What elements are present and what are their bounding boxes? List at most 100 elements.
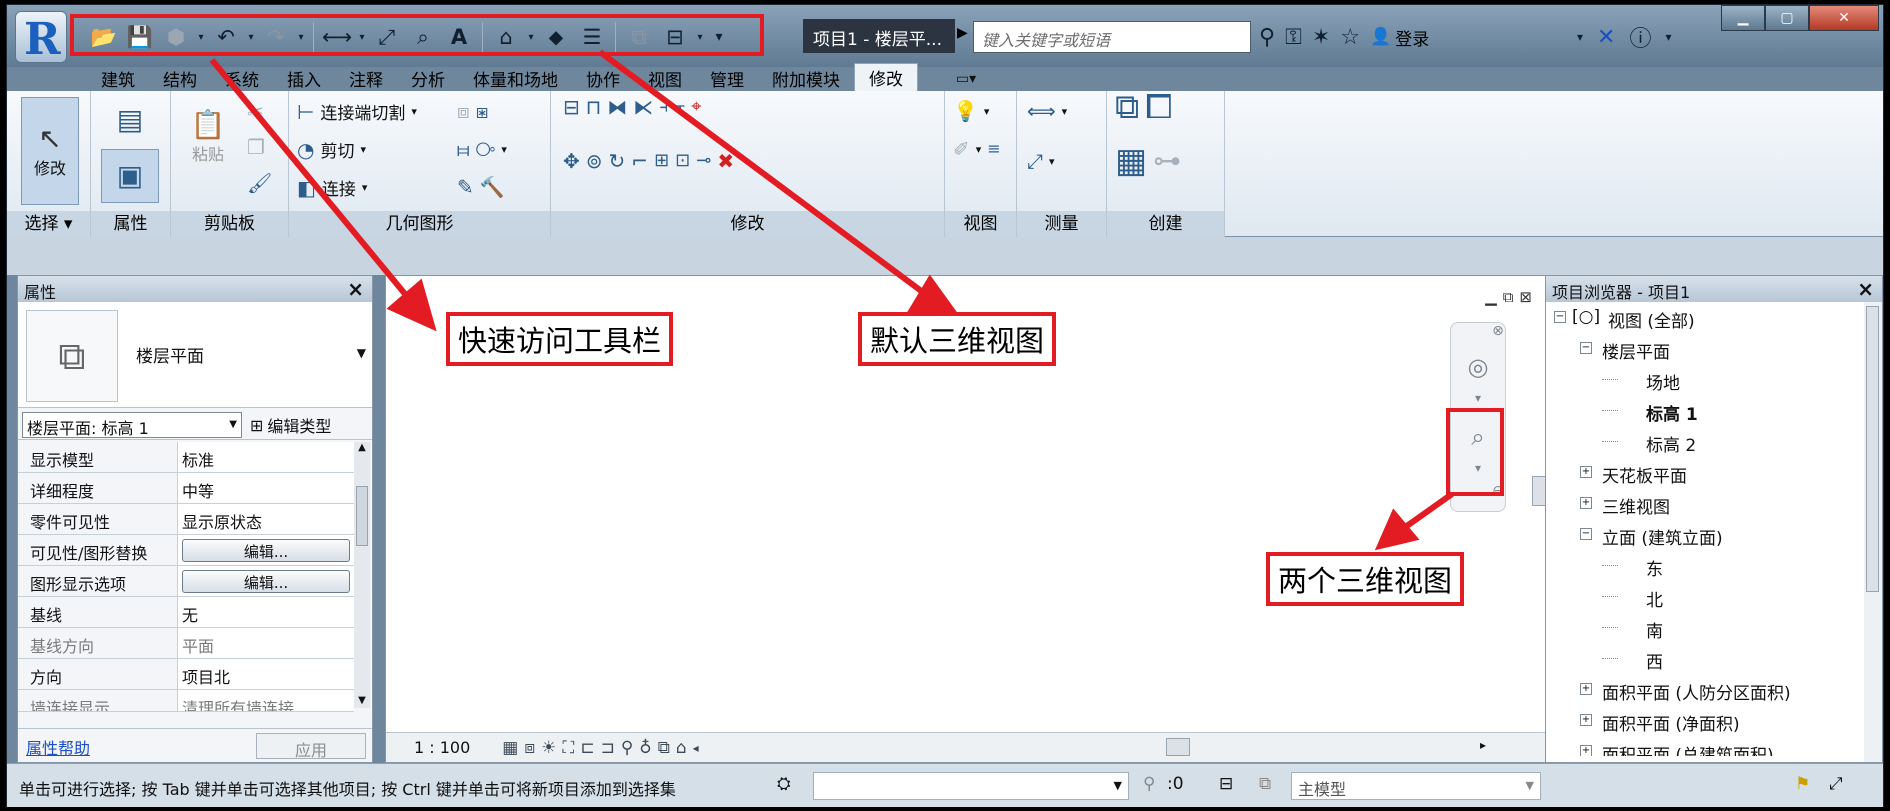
wheel-dropdown-icon[interactable]: ▾ [1461, 391, 1495, 405]
design-option-selector[interactable]: 主模型 ▼ [1291, 772, 1541, 800]
scroll-right-icon[interactable]: ▸ [1480, 738, 1486, 752]
type-selector[interactable]: ⧉ 楼层平面 ▼ [18, 302, 372, 408]
geometry-tool-2[interactable]: ⧦ ⧂ ▾ [457, 137, 507, 161]
cut-geometry-button[interactable]: ◔ 剪切 ▾ [297, 137, 366, 163]
close-view-icon[interactable]: ⊠ [1519, 288, 1532, 306]
tree-node-ceiling-plans[interactable]: + 天花板平面 [1546, 457, 1864, 488]
login-button[interactable]: 👤 登录 [1370, 25, 1429, 50]
edit-graphic-display-button[interactable]: 编辑... [182, 570, 350, 593]
join-button[interactable]: ◧ 连接 ▾ [297, 175, 367, 201]
browser-scrollbar[interactable] [1864, 302, 1882, 762]
override-graphics-button[interactable]: ✐ ▾ ≡ [953, 137, 1001, 161]
expand-icon[interactable]: + [1580, 497, 1592, 509]
tree-node-floor-plans[interactable]: − 楼层平面 [1546, 333, 1864, 364]
scroll-thumb[interactable] [1866, 306, 1879, 592]
tree-node-area-net[interactable]: + 面积平面 (净面积) [1546, 705, 1864, 736]
star-icon[interactable]: ☆ [1340, 25, 1360, 50]
restore-view-icon[interactable]: ⧉ [1503, 288, 1514, 306]
properties-button[interactable]: ▤ [101, 93, 159, 147]
login-dropdown[interactable]: ▾ [1577, 30, 1583, 44]
select-pinned-icon[interactable]: ⤢ [1829, 774, 1843, 794]
property-value[interactable]: 项目北 [178, 659, 354, 689]
delete-icon[interactable]: ✖ [717, 149, 734, 173]
copy-element-icon[interactable]: ⊚ [586, 149, 603, 173]
collapse-icon[interactable]: − [1554, 311, 1566, 323]
tab-systems[interactable]: 系统 [211, 65, 273, 91]
apply-button[interactable]: 应用 [256, 733, 366, 760]
tab-analyze[interactable]: 分析 [397, 65, 459, 91]
design-options-icon[interactable]: ⧉ [1259, 774, 1271, 794]
create-parts-button[interactable]: ▦ ⊶ [1115, 144, 1181, 178]
offset-icon[interactable]: ⊓ [586, 95, 602, 119]
expand-icon[interactable]: + [1580, 745, 1592, 756]
temporary-hide-icon[interactable]: ⚲ [621, 738, 633, 758]
select-panel-title[interactable]: 选择 ▾ [7, 211, 90, 237]
view-scale[interactable]: 1 : 100 [414, 738, 470, 757]
tree-node-elevations[interactable]: − 立面 (建筑立面) [1546, 519, 1864, 550]
scroll-thumb[interactable] [1166, 738, 1190, 756]
geometry-tool-1[interactable]: ⧈ ⧆ [457, 99, 488, 123]
tab-view[interactable]: 视图 [634, 65, 696, 91]
tree-node-east[interactable]: 东 [1546, 550, 1864, 581]
exchange-icon[interactable]: ✕ [1597, 25, 1615, 50]
array-icon[interactable]: ⊞ [654, 149, 669, 173]
tree-node-south[interactable]: 南 [1546, 612, 1864, 643]
maximize-button[interactable]: ▢ [1765, 5, 1809, 31]
cut-clipboard-button[interactable]: ✂ [247, 99, 264, 123]
match-properties-button[interactable]: 🖌 [247, 171, 272, 195]
tree-node-3d-views[interactable]: + 三维视图 [1546, 488, 1864, 519]
scroll-thumb[interactable] [356, 486, 368, 546]
reveal-hidden-icon[interactable]: ♁ [639, 738, 651, 758]
tab-add-ins[interactable]: 附加模块 [758, 65, 854, 91]
close-button[interactable]: ✕ [1809, 5, 1879, 31]
expand-icon[interactable]: + [1580, 683, 1592, 695]
expand-icon[interactable]: + [1580, 466, 1592, 478]
satellite-icon[interactable]: ✶ [1312, 25, 1330, 50]
key-icon[interactable]: ⚿ [1285, 25, 1302, 50]
mirror-draw-icon[interactable]: ⧔ [633, 95, 653, 119]
tree-node-west[interactable]: 西 [1546, 643, 1864, 674]
chevron-down-icon[interactable]: ▼ [357, 346, 366, 360]
tree-node-views-all[interactable]: − [○] 视图 (全部) [1546, 302, 1864, 333]
tab-manage[interactable]: 管理 [696, 65, 758, 91]
detail-level-icon[interactable]: ▦ [502, 738, 518, 758]
visual-style-icon[interactable]: ⧈ [524, 738, 535, 758]
scroll-left-icon[interactable]: ◂ [693, 741, 699, 755]
mirror-axis-icon[interactable]: ⧓ [607, 95, 627, 119]
tree-node-area-civil-defense[interactable]: + 面积平面 (人防分区面积) [1546, 674, 1864, 705]
close-icon[interactable]: × [347, 277, 364, 301]
help-icon[interactable]: ⓘ [1629, 21, 1651, 53]
tab-massing-site[interactable]: 体量和场地 [459, 65, 572, 91]
ribbon-minimize-icon[interactable]: ▭▾ [946, 67, 986, 91]
align-icon[interactable]: ⊟ [563, 95, 580, 119]
split-gap-icon[interactable]: ⫟ [674, 95, 685, 119]
worksets-icon[interactable]: ⛭ [777, 774, 791, 794]
edit-visibility-button[interactable]: 编辑... [182, 539, 350, 562]
application-menu-button[interactable]: R [15, 11, 67, 65]
expand-icon[interactable]: + [1580, 714, 1592, 726]
unpin-icon[interactable]: ⌖ [691, 95, 701, 119]
tree-node-area-gross[interactable]: + 面积平面 (总建筑面积) [1546, 736, 1864, 756]
scale-icon[interactable]: ⊡ [675, 149, 690, 173]
property-value[interactable]: 无 [178, 597, 354, 627]
pin-icon[interactable]: ⊸ [696, 149, 711, 173]
scroll-up-icon[interactable]: ▲ [354, 442, 370, 453]
split-icon[interactable]: ⫞ [659, 95, 668, 119]
canvas-horizontal-scrollbar[interactable]: ▸ [846, 738, 1486, 756]
rotate-icon[interactable]: ↻ [609, 149, 626, 173]
create-group-button[interactable]: ⧉ ⧠ [1115, 90, 1172, 124]
tab-modify[interactable]: 修改 [854, 63, 918, 91]
select-links-icon[interactable]: ⚑ [1795, 774, 1810, 794]
cope-button[interactable]: ⊢ 连接端切割 ▾ [297, 99, 417, 125]
tree-node-level-1[interactable]: 标高 1 [1546, 395, 1864, 426]
copy-clipboard-button[interactable]: ❐ [247, 135, 265, 159]
aligned-dimension-button[interactable]: ⤢ ▾ [1027, 149, 1055, 173]
close-icon[interactable]: × [1857, 277, 1874, 301]
steering-wheel-2d-icon[interactable]: ◎ [1461, 353, 1495, 381]
trim-icon[interactable]: ⌐ [631, 149, 648, 173]
paste-button[interactable]: 📋 粘贴 [179, 95, 237, 179]
modify-button[interactable]: ↖ 修改 [21, 97, 79, 205]
shadows-icon[interactable]: ⛶ [562, 738, 574, 758]
tree-node-level-2[interactable]: 标高 2 [1546, 426, 1864, 457]
close-navbar-icon[interactable]: ⊗ [1491, 323, 1505, 339]
